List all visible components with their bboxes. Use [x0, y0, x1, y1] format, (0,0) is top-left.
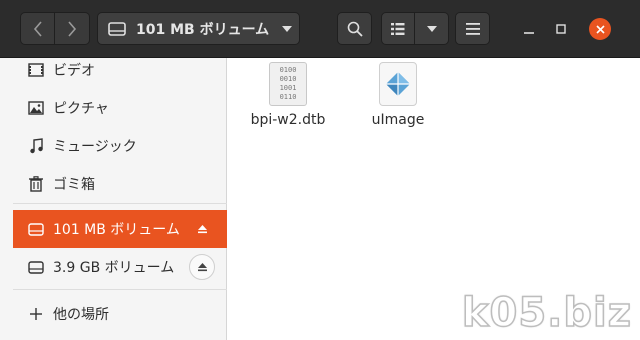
- sidebar-item-label: 他の場所: [53, 307, 109, 323]
- sidebar-item-pictures[interactable]: ピクチャ: [13, 89, 227, 127]
- drive-icon: [27, 258, 45, 276]
- binary-line: 1001: [279, 84, 297, 92]
- sidebar-item-label: ピクチャ: [53, 101, 109, 117]
- sidebar-item-music[interactable]: ミュージック: [13, 127, 227, 165]
- file-item-uimage[interactable]: uImage: [343, 58, 453, 138]
- close-icon: [595, 24, 605, 34]
- sidebar-item-label: 101 MB ボリューム: [53, 222, 180, 238]
- sidebar-item-trash[interactable]: ゴミ箱: [13, 165, 227, 203]
- maximize-icon: [556, 23, 566, 34]
- search-button[interactable]: [337, 12, 372, 45]
- caret-down-icon: [426, 25, 437, 32]
- music-icon: [27, 137, 45, 155]
- navigation-buttons: [20, 12, 90, 45]
- header-bar: 101 MB ボリューム: [0, 0, 640, 58]
- location-label: 101 MB ボリューム: [136, 21, 270, 38]
- plus-icon: [27, 305, 45, 323]
- eject-icon[interactable]: [191, 218, 213, 240]
- sidebar-item-label: ビデオ: [53, 63, 95, 79]
- drive-icon: [108, 21, 126, 36]
- eject-icon[interactable]: [189, 254, 215, 280]
- file-item-bpi-w2-dtb[interactable]: 0100 0010 1001 0110 bpi-w2.dtb: [233, 58, 343, 138]
- trash-icon: [27, 175, 45, 193]
- image-file-icon: [379, 62, 417, 106]
- sidebar-item-label: ゴミ箱: [53, 177, 95, 193]
- hamburger-menu-icon: [465, 22, 480, 35]
- file-manager-window: 101 MB ボリューム ビデオ ピクチャ ミュージック ゴミ箱 101 MB …: [0, 0, 640, 340]
- binary-line: 0100: [279, 66, 297, 74]
- chevron-right-icon: [68, 20, 77, 37]
- search-icon: [347, 21, 363, 37]
- video-icon: [27, 61, 45, 79]
- sidebar-item-volume-3-9gb[interactable]: 3.9 GB ボリューム: [13, 248, 227, 286]
- close-button[interactable]: [589, 18, 611, 40]
- file-name: bpi-w2.dtb: [250, 112, 326, 128]
- caret-down-icon: [275, 25, 299, 33]
- view-toggle-group: [381, 12, 449, 45]
- binary-line: 0110: [279, 93, 297, 101]
- sidebar-item-other-locations[interactable]: 他の場所: [13, 295, 227, 333]
- forward-button[interactable]: [55, 12, 90, 45]
- chevron-left-icon: [33, 20, 42, 37]
- drive-icon: [27, 220, 45, 238]
- minimize-icon: [524, 31, 534, 34]
- binary-line: 0010: [279, 75, 297, 83]
- list-view-icon: [391, 22, 405, 35]
- watermark: k05.biz: [461, 289, 632, 337]
- sidebar-item-label: ミュージック: [53, 139, 137, 155]
- sidebar-item-videos[interactable]: ビデオ: [13, 51, 227, 89]
- file-name: uImage: [371, 112, 425, 128]
- back-button[interactable]: [20, 12, 55, 45]
- view-options-button[interactable]: [415, 12, 449, 45]
- list-view-button[interactable]: [381, 12, 415, 45]
- pictures-icon: [27, 99, 45, 117]
- sidebar-separator: [13, 289, 227, 290]
- sidebar-item-label: 3.9 GB ボリューム: [53, 260, 175, 276]
- binary-file-icon: 0100 0010 1001 0110: [269, 62, 307, 106]
- maximize-button[interactable]: [546, 12, 576, 45]
- sidebar: ビデオ ピクチャ ミュージック ゴミ箱 101 MB ボリューム 3.9 GB …: [0, 58, 227, 340]
- menu-button[interactable]: [455, 12, 490, 45]
- minimize-button[interactable]: [514, 12, 544, 45]
- sidebar-separator: [13, 203, 227, 204]
- location-path-button[interactable]: 101 MB ボリューム: [97, 12, 300, 45]
- sidebar-item-volume-101mb[interactable]: 101 MB ボリューム: [13, 210, 227, 248]
